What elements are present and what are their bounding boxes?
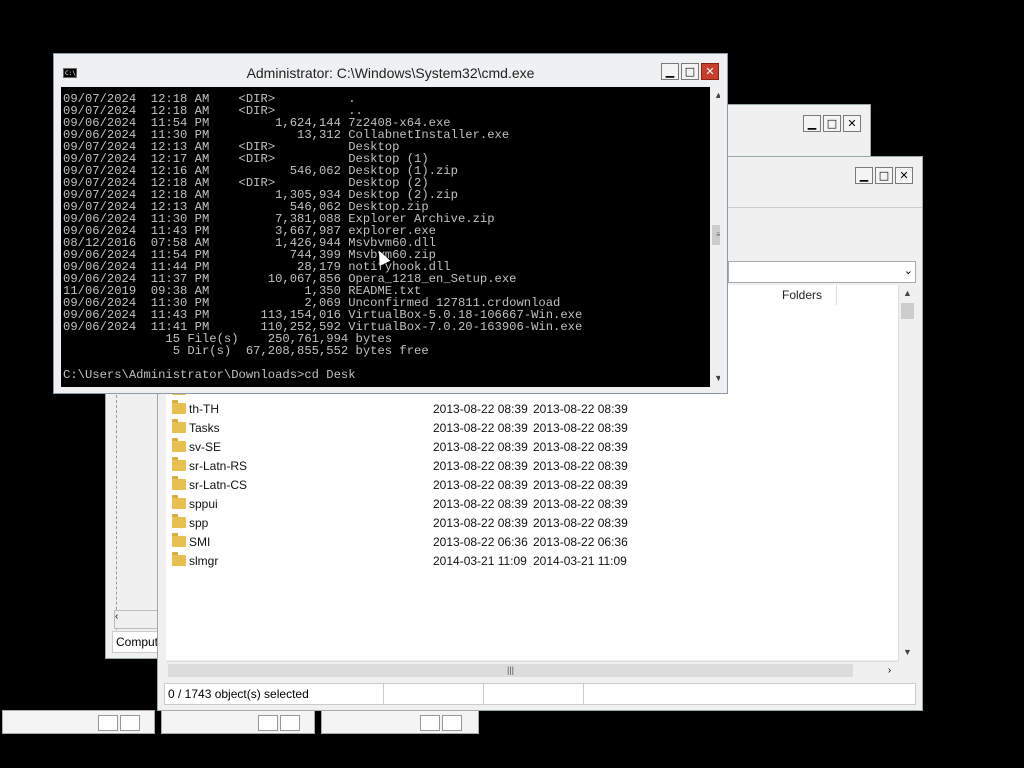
file-row[interactable]: sr-Latn-CS 2013-08-22 08:39 2013-08-22 08:… xyxy=(166,476,901,495)
address-combo[interactable]: ⌄ xyxy=(728,261,916,283)
date-modified: 2013-08-22 08:39 xyxy=(533,440,628,454)
file-name: sppui xyxy=(189,497,218,511)
file-row[interactable]: sppui 2013-08-22 08:39 2013-08-22 08:39 xyxy=(166,495,901,514)
file-row[interactable]: slmgr 2014-03-21 11:09 2014-03-21 11:09 xyxy=(166,552,901,571)
minimize-button[interactable]: ▁ xyxy=(803,115,821,132)
file-name: spp xyxy=(189,516,209,530)
maximize-button[interactable]: □ xyxy=(823,115,841,132)
maximize-icon xyxy=(120,715,140,731)
cmd-title-bar[interactable]: C:\_ Administrator: C:\Windows\System32\… xyxy=(54,54,727,86)
maximize-icon xyxy=(442,715,462,731)
date-modified: 2013-08-22 06:36 xyxy=(533,535,628,549)
file-name: sr-Latn-RS xyxy=(189,459,248,473)
date-created: 2013-08-22 08:39 xyxy=(433,440,528,454)
chevron-right-icon[interactable]: › xyxy=(881,662,898,679)
scroll-up-icon[interactable]: ▲ xyxy=(899,285,916,302)
close-button[interactable]: ✕ xyxy=(701,63,719,80)
file-row[interactable]: th-TH 2013-08-22 08:39 2013-08-22 08:39 xyxy=(166,400,901,419)
minimize-button[interactable]: ▁ xyxy=(855,167,873,184)
scroll-down-icon[interactable]: ▼ xyxy=(899,644,916,661)
folder-icon xyxy=(172,457,186,471)
date-modified: 2013-08-22 08:39 xyxy=(533,497,628,511)
folder-icon xyxy=(172,552,186,566)
status-separator xyxy=(583,684,584,704)
selection-status: 0 / 1743 object(s) selected xyxy=(168,687,309,701)
file-row[interactable]: SMI 2013-08-22 06:36 2013-08-22 06:36 xyxy=(166,533,901,552)
cmd-window[interactable]: C:\_ Administrator: C:\Windows\System32\… xyxy=(53,53,728,394)
file-name: th-TH xyxy=(189,402,219,416)
status-separator xyxy=(483,684,484,704)
chevron-left-icon: ‹ xyxy=(115,611,119,622)
folder-icon xyxy=(172,495,186,509)
maximize-button[interactable]: □ xyxy=(681,63,699,80)
file-row[interactable]: sr-Latn-RS 2013-08-22 08:39 2013-08-22 08:… xyxy=(166,457,901,476)
minimize-icon xyxy=(98,715,118,731)
folder-icon xyxy=(172,514,186,528)
file-row[interactable]: Tasks 2013-08-22 08:39 2013-08-22 08:39 xyxy=(166,419,901,438)
date-modified: 2013-08-22 08:39 xyxy=(533,421,628,435)
date-created: 2014-03-21 11:09 xyxy=(433,554,527,568)
date-created: 2013-08-22 08:39 xyxy=(433,402,528,416)
close-button[interactable]: ✕ xyxy=(843,115,861,132)
console-output[interactable]: 09/07/2024 12:18 AM <DIR> . 09/07/2024 1… xyxy=(61,87,720,387)
taskbar-thumbnail[interactable] xyxy=(161,710,315,734)
file-row[interactable]: spp 2013-08-22 08:39 2013-08-22 08:39 xyxy=(166,514,901,533)
minimize-icon xyxy=(258,715,278,731)
window-title: Administrator: C:\Windows\System32\cmd.e… xyxy=(246,65,535,81)
file-name: SMI xyxy=(189,535,211,549)
horizontal-scrollbar[interactable]: ||| › xyxy=(166,661,898,679)
scroll-up-icon[interactable]: ▲ xyxy=(710,87,720,104)
file-name: sv-SE xyxy=(189,440,222,454)
date-created: 2013-08-22 08:39 xyxy=(433,516,528,530)
date-modified: 2013-08-22 08:39 xyxy=(533,516,628,530)
date-modified: 2013-08-22 08:39 xyxy=(533,402,628,416)
vertical-scrollbar[interactable]: ▲ ▼ xyxy=(898,285,916,661)
file-name: sr-Latn-CS xyxy=(189,478,248,492)
file-name: slmgr xyxy=(189,554,219,568)
close-button[interactable]: ✕ xyxy=(895,167,913,184)
taskbar-thumbnail[interactable] xyxy=(2,710,155,734)
file-row[interactable]: sv-SE 2013-08-22 08:39 2013-08-22 08:39 xyxy=(166,438,901,457)
scroll-down-icon[interactable]: ▼ xyxy=(710,370,720,387)
scroll-thumb-horizontal[interactable]: ||| xyxy=(168,664,853,677)
date-modified: 2013-08-22 08:39 xyxy=(533,459,628,473)
explorer-window-controls: ▁ □ ✕ xyxy=(855,167,913,184)
minimize-button[interactable]: ▁ xyxy=(661,63,679,80)
folder-icon xyxy=(172,533,186,547)
console-scrollbar[interactable]: ▲ ≡ ▼ xyxy=(710,87,720,387)
console-text[interactable]: 09/07/2024 12:18 AM <DIR> . 09/07/2024 1… xyxy=(61,87,720,381)
column-folders[interactable]: Folders xyxy=(782,288,822,302)
back-window-controls: ▁ □ ✕ xyxy=(803,115,861,132)
status-bar: 0 / 1743 object(s) selected xyxy=(164,683,916,705)
folder-icon xyxy=(172,438,186,452)
column-separator[interactable] xyxy=(836,285,837,305)
status-separator xyxy=(383,684,384,704)
tree-pane-edge xyxy=(116,395,159,645)
file-name: Tasks xyxy=(189,421,220,435)
maximize-button[interactable]: □ xyxy=(875,167,893,184)
date-created: 2013-08-22 06:36 xyxy=(433,535,528,549)
scroll-thumb[interactable] xyxy=(901,303,914,319)
taskbar-thumbnail[interactable] xyxy=(321,710,479,734)
date-modified: 2013-08-22 08:39 xyxy=(533,478,628,492)
chevron-down-icon: ⌄ xyxy=(903,265,913,277)
maximize-icon xyxy=(280,715,300,731)
minimize-icon xyxy=(420,715,440,731)
back-window-status: Comput xyxy=(112,631,162,653)
date-created: 2013-08-22 08:39 xyxy=(433,497,528,511)
date-created: 2013-08-22 08:39 xyxy=(433,478,528,492)
cmd-window-controls: ▁ □ ✕ xyxy=(661,63,719,80)
scroll-thumb[interactable]: ≡ xyxy=(712,225,720,245)
folder-icon xyxy=(172,400,186,414)
date-modified: 2014-03-21 11:09 xyxy=(533,554,627,568)
date-created: 2013-08-22 08:39 xyxy=(433,459,528,473)
folder-icon xyxy=(172,476,186,490)
folder-icon xyxy=(172,419,186,433)
left-scroll-button[interactable]: ‹ xyxy=(114,610,160,629)
date-created: 2013-08-22 08:39 xyxy=(433,421,528,435)
